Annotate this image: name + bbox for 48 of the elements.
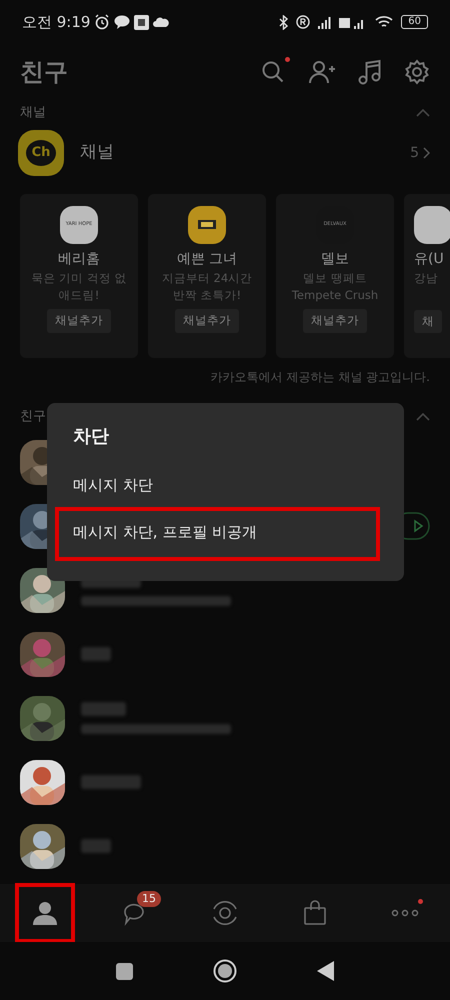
signal-icon [318,16,332,28]
bluetooth-icon [279,14,288,30]
ad-notice: 카카오톡에서 제공하는 채널 광고입니다. [210,369,431,386]
add-channel-button[interactable]: 채널추가 [303,309,367,333]
menu-option[interactable]: 메시지 차단 [73,464,390,510]
logo-text: Ch [26,140,56,166]
channel-name: 예쁜 그녀 [176,250,238,269]
channel-description: Tempete Crush [292,286,378,304]
channel-label[interactable]: 채널 [80,140,410,166]
eye-ring-icon [211,900,239,926]
music-note-icon[interactable] [358,59,382,85]
person-icon [32,900,58,926]
cloud-icon [153,15,170,29]
add-channel-button[interactable]: 채널추가 [175,309,239,333]
nav-tab[interactable]: 15 [109,887,161,939]
home-icon[interactable] [213,959,237,983]
recents-icon[interactable] [116,962,133,980]
add-channel-button[interactable]: 채널추가 [47,309,111,333]
channel-count: 5 [410,144,419,162]
channel-description: 강남 [414,270,438,287]
add-channel-button[interactable]: 채 [414,310,442,333]
channel-description: 묵은 기미 걱정 없 [32,270,126,287]
registered-icon [296,15,310,29]
shopping-bag-icon [303,900,327,926]
battery-level: 60 [401,15,428,29]
search-icon[interactable] [260,59,286,85]
add-friend-icon[interactable] [308,59,336,85]
chat-bubble-icon [114,15,130,29]
settings-icon[interactable] [404,59,430,85]
channel-description: 델보 땡페트 [303,270,367,287]
channel-description: 애드림! [58,286,100,304]
channel-name: 베리홈 [58,250,100,269]
page-title: 친구 [20,57,68,88]
chevron-right-icon[interactable] [423,147,430,159]
unread-count: 15 [137,891,161,908]
clock-time: 오전 9:19 [22,12,90,33]
channel-name: 유(U [414,250,444,269]
more-dots-icon [391,909,419,917]
section-label: 채널 [20,104,46,122]
channel-name: 델보 [321,250,349,269]
channel-description: 지금부터 24시간 [162,270,252,287]
alarm-icon [94,14,110,30]
back-icon[interactable] [317,961,334,981]
dialog-title: 차단 [73,425,110,449]
wifi-icon [375,15,394,29]
app-square-icon [134,14,150,30]
channel-description: 반짝 초특가! [172,286,242,304]
section-label: 친구 [20,408,46,426]
